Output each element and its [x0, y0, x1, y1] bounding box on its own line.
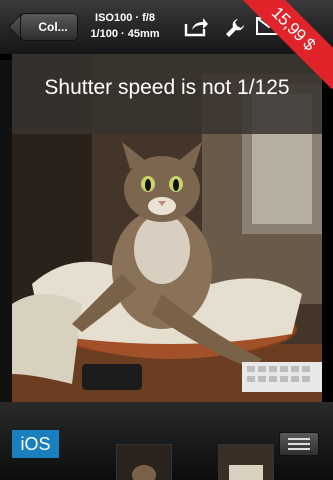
exif-line-iso-aperture: ISO100 · f/8: [95, 12, 155, 24]
exif-info: ISO100 · f/8 1/100 · 45mm: [82, 10, 168, 42]
photo-border-left: [0, 60, 12, 402]
photo-view[interactable]: Shutter speed is not 1/125: [12, 54, 322, 402]
menu-button[interactable]: [279, 432, 319, 456]
photo-caption: Shutter speed is not 1/125: [44, 76, 290, 99]
platform-badge: iOS: [12, 430, 59, 458]
filmstrip-thumbnail[interactable]: [218, 444, 274, 480]
back-button[interactable]: Col...: [20, 13, 78, 41]
menu-icon: [288, 438, 310, 450]
app-screen: Col... ISO100 · f/8 1/100 · 45mm Shutter…: [0, 0, 333, 480]
share-icon[interactable]: [184, 17, 208, 42]
wrench-icon[interactable]: [224, 17, 246, 44]
exif-line-shutter-focal: 1/100 · 45mm: [90, 28, 160, 40]
filmstrip-thumbnail[interactable]: [116, 444, 172, 480]
